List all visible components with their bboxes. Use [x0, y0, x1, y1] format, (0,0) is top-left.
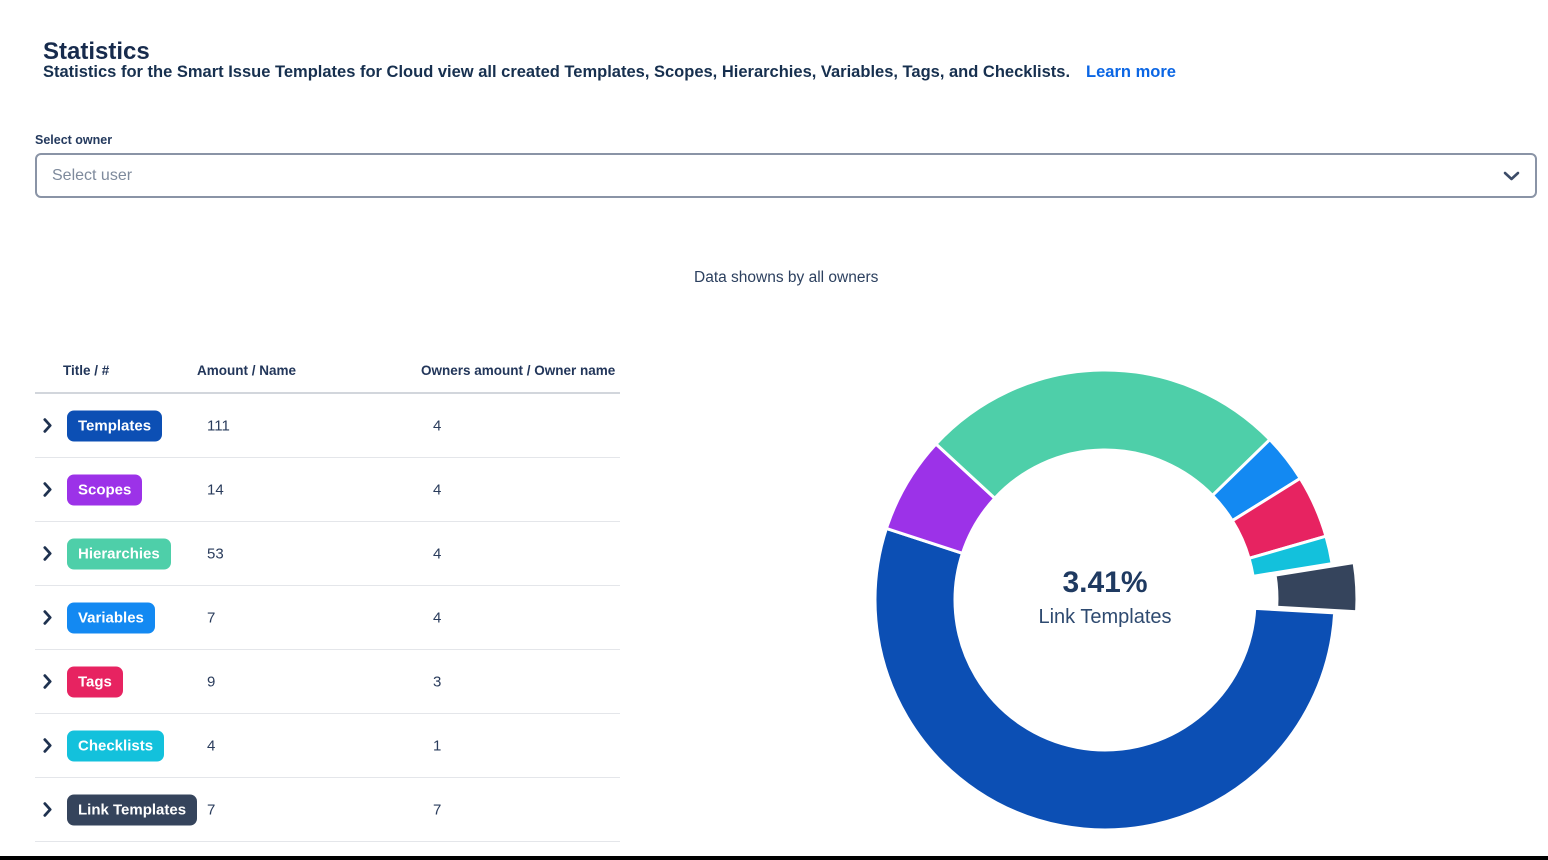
- category-badge: Checklists: [67, 730, 164, 761]
- category-badge: Scopes: [67, 474, 142, 505]
- amount-cell: 4: [207, 737, 215, 754]
- table-row: Variables 7 4: [35, 586, 620, 650]
- amount-cell: 14: [207, 481, 224, 498]
- amount-cell: 53: [207, 545, 224, 562]
- category-badge: Hierarchies: [67, 538, 171, 569]
- table-row: Link Templates 7 7: [35, 778, 620, 842]
- expand-chevron-icon[interactable]: [43, 610, 55, 626]
- owners-cell: 4: [433, 545, 441, 562]
- owners-cell: 1: [433, 737, 441, 754]
- owner-select[interactable]: Select user: [35, 153, 1537, 198]
- table-row: Scopes 14 4: [35, 458, 620, 522]
- expand-chevron-icon[interactable]: [43, 418, 55, 434]
- table-row: Tags 9 3: [35, 650, 620, 714]
- owners-cell: 4: [433, 609, 441, 626]
- category-badge: Templates: [67, 410, 162, 441]
- statistics-page: Statistics Statistics for the Smart Issu…: [0, 0, 1548, 860]
- expand-chevron-icon[interactable]: [43, 802, 55, 818]
- expand-chevron-icon[interactable]: [43, 674, 55, 690]
- page-description: Statistics for the Smart Issue Templates…: [43, 63, 1070, 82]
- category-badge: Link Templates: [67, 794, 197, 825]
- owners-cell: 4: [433, 481, 441, 498]
- table-row: Hierarchies 53 4: [35, 522, 620, 586]
- bottom-frame-line: [0, 856, 1548, 860]
- column-owners: Owners amount / Owner name: [421, 363, 615, 378]
- chevron-down-icon: [1503, 171, 1520, 181]
- category-badge: Variables: [67, 602, 155, 633]
- owner-select-placeholder: Select user: [52, 167, 132, 185]
- amount-cell: 7: [207, 609, 215, 626]
- table-header: Title / # Amount / Name Owners amount / …: [35, 352, 620, 394]
- statistics-table: Title / # Amount / Name Owners amount / …: [35, 352, 620, 842]
- column-title-number: Title / #: [63, 363, 109, 378]
- page-title: Statistics: [43, 38, 150, 66]
- amount-cell: 111: [207, 417, 230, 434]
- page-description-row: Statistics for the Smart Issue Templates…: [43, 63, 1176, 82]
- owners-cell: 7: [433, 801, 441, 818]
- donut-segment-hierarchies[interactable]: [936, 370, 1270, 498]
- column-amount-name: Amount / Name: [197, 363, 296, 378]
- expand-chevron-icon[interactable]: [43, 482, 55, 498]
- table-row: Checklists 4 1: [35, 714, 620, 778]
- category-badge: Tags: [67, 666, 123, 697]
- amount-cell: 7: [207, 801, 215, 818]
- table-row: Templates 111 4: [35, 394, 620, 458]
- owners-cell: 3: [433, 673, 441, 690]
- learn-more-link[interactable]: Learn more: [1086, 63, 1176, 82]
- expand-chevron-icon[interactable]: [43, 546, 55, 562]
- expand-chevron-icon[interactable]: [43, 738, 55, 754]
- donut-chart: [650, 330, 1370, 855]
- owners-cell: 4: [433, 417, 441, 434]
- select-owner-label: Select owner: [35, 133, 112, 147]
- amount-cell: 9: [207, 673, 215, 690]
- chart-caption: Data showns by all owners: [694, 269, 878, 287]
